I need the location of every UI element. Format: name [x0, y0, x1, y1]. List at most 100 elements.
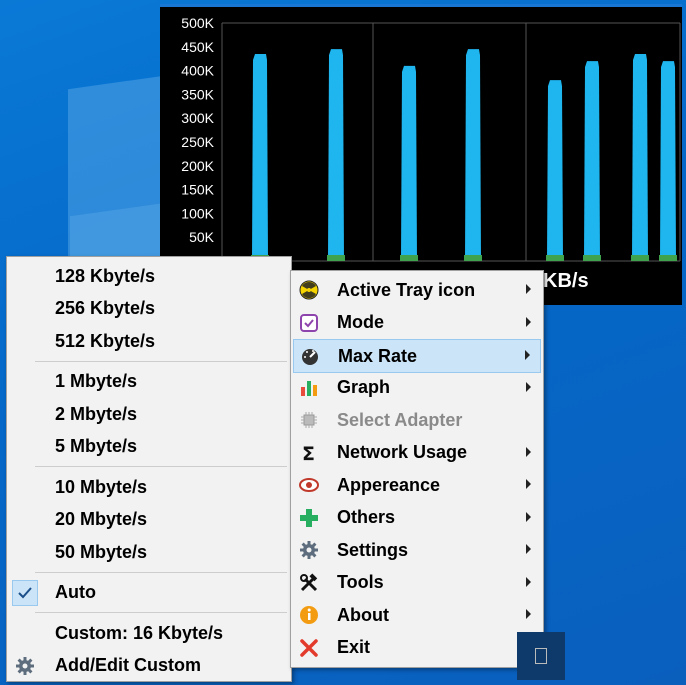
submenu-arrow-icon	[526, 446, 531, 457]
rate-option[interactable]: 10 Mbyte/s	[9, 471, 289, 503]
menu-separator	[35, 466, 287, 467]
upload-trace	[464, 255, 482, 261]
upload-trace	[327, 255, 345, 261]
bar-chart-icon	[299, 378, 319, 398]
checkbox-icon	[299, 313, 319, 333]
download-spike	[465, 49, 481, 262]
submenu-arrow-icon	[526, 479, 531, 489]
taskbar-button[interactable]	[517, 632, 565, 680]
rate-option[interactable]: 5 Mbyte/s	[9, 431, 289, 463]
rate-option[interactable]: 50 Mbyte/s	[9, 536, 289, 568]
y-tick-label: 250K	[181, 134, 214, 150]
submenu-arrow-icon	[526, 609, 531, 619]
svg-text:Σ: Σ	[302, 443, 315, 463]
y-tick-label: 350K	[181, 86, 214, 102]
menu-item-about[interactable]: About	[293, 599, 541, 631]
rate-option-label: 50 Mbyte/s	[55, 541, 148, 562]
menu-item-label: Settings	[337, 539, 409, 560]
menu-separator	[35, 612, 287, 613]
menu-item-label: Active Tray icon	[337, 279, 476, 300]
y-tick-label: 200K	[181, 158, 214, 174]
rate-option[interactable]: 2 Mbyte/s	[9, 398, 289, 430]
eye-icon	[299, 475, 319, 495]
menu-separator	[35, 571, 287, 573]
submenu-arrow-icon	[526, 576, 531, 587]
menu-item-graph[interactable]: Graph	[293, 372, 541, 404]
rate-option[interactable]: 512 Kbyte/s	[9, 325, 289, 357]
rate-option-auto[interactable]: Auto	[9, 577, 289, 609]
speedometer-icon	[300, 346, 320, 366]
rate-option-label: 20 Mbyte/s	[55, 509, 148, 529]
sigma-icon: Σ	[299, 443, 319, 463]
rate-option-label: 128 Kbyte/s	[55, 265, 156, 286]
menu-item-tools[interactable]: Tools	[293, 567, 541, 599]
check-icon	[12, 579, 38, 606]
context-menu: Active Tray icon Mode Max Rate Graph Select …	[290, 270, 544, 668]
rate-option-custom[interactable]: Custom: 16 Kbyte/s	[9, 617, 289, 649]
rate-option-label: Add/Edit Custom	[55, 655, 201, 675]
upload-trace	[400, 255, 418, 261]
y-tick-label: 450K	[181, 39, 214, 55]
rate-option[interactable]: 256 Kbyte/s	[9, 293, 289, 325]
tools-icon	[299, 572, 319, 593]
y-tick-label: 500K	[181, 15, 214, 31]
max-rate-submenu: 128 Kbyte/s 256 Kbyte/s 512 Kbyte/s 1 Mbyte…	[6, 256, 292, 682]
close-icon	[299, 638, 319, 658]
rate-option-label: 512 Kbyte/s	[55, 330, 156, 351]
menu-item-label: Max Rate	[338, 345, 418, 366]
rate-option-label: 5 Mbyte/s	[55, 436, 138, 456]
menu-item-select-adapter: Select Adapter	[293, 404, 541, 436]
rate-option-label: 10 Mbyte/s	[55, 476, 148, 497]
menu-item-exit[interactable]: Exit	[293, 632, 541, 664]
chip-icon	[299, 410, 319, 430]
menu-item-label: Network Usage	[337, 442, 468, 462]
menu-item-label: Tools	[337, 572, 384, 592]
gear-icon	[15, 656, 35, 676]
menu-item-settings[interactable]: Settings	[293, 534, 541, 566]
add-edit-custom-button[interactable]: Add/Edit Custom	[9, 650, 289, 682]
submenu-arrow-icon	[526, 284, 531, 294]
y-tick-label: 300K	[181, 110, 214, 126]
rate-option[interactable]: 1 Mbyte/s	[9, 366, 289, 398]
menu-item-network-usage[interactable]: Σ Network Usage	[293, 437, 541, 469]
y-tick-label: 150K	[181, 182, 214, 198]
rate-option[interactable]: 20 Mbyte/s	[9, 504, 289, 536]
menu-item-label: Others	[337, 507, 396, 527]
menu-item-others[interactable]: Others	[293, 502, 541, 534]
menu-item-label: Graph	[337, 377, 391, 397]
menu-item-appereance[interactable]: Appereance	[293, 469, 541, 501]
rate-option-label: 1 Mbyte/s	[55, 371, 138, 391]
rate-option-label: Auto	[55, 582, 96, 602]
plus-icon	[299, 508, 319, 528]
rate-option-label: Custom: 16 Kbyte/s	[55, 622, 224, 643]
upload-trace	[659, 255, 677, 261]
download-spike	[547, 80, 563, 262]
menu-item-label: About	[337, 604, 389, 625]
radiation-icon	[299, 280, 319, 300]
menu-item-label: Appereance	[337, 474, 441, 495]
upload-trace	[583, 255, 601, 261]
download-spike	[584, 61, 600, 261]
submenu-arrow-icon	[525, 350, 530, 360]
gear-icon	[299, 540, 319, 560]
info-icon	[299, 605, 319, 625]
download-spike	[632, 53, 648, 261]
menu-item-active-tray-icon[interactable]: Active Tray icon	[293, 274, 541, 306]
menu-item-mode[interactable]: Mode	[293, 307, 541, 339]
rate-option-label: 2 Mbyte/s	[55, 403, 138, 424]
y-tick-label: 50K	[189, 229, 215, 245]
y-tick-label: 400K	[181, 63, 214, 79]
download-spike	[252, 53, 268, 261]
menu-item-label: Select Adapter	[337, 409, 463, 430]
menu-item-label: Mode	[337, 312, 384, 332]
download-spike	[401, 65, 417, 261]
rate-option-label: 256 Kbyte/s	[55, 298, 156, 318]
download-spike	[660, 61, 676, 261]
menu-item-max-rate[interactable]: Max Rate	[293, 339, 541, 373]
upload-trace	[631, 255, 649, 261]
rate-readout: KB/s	[543, 270, 589, 292]
rate-option[interactable]: 128 Kbyte/s	[9, 260, 289, 292]
menu-separator	[35, 360, 287, 362]
submenu-arrow-icon	[526, 544, 531, 554]
submenu-arrow-icon	[526, 381, 531, 392]
